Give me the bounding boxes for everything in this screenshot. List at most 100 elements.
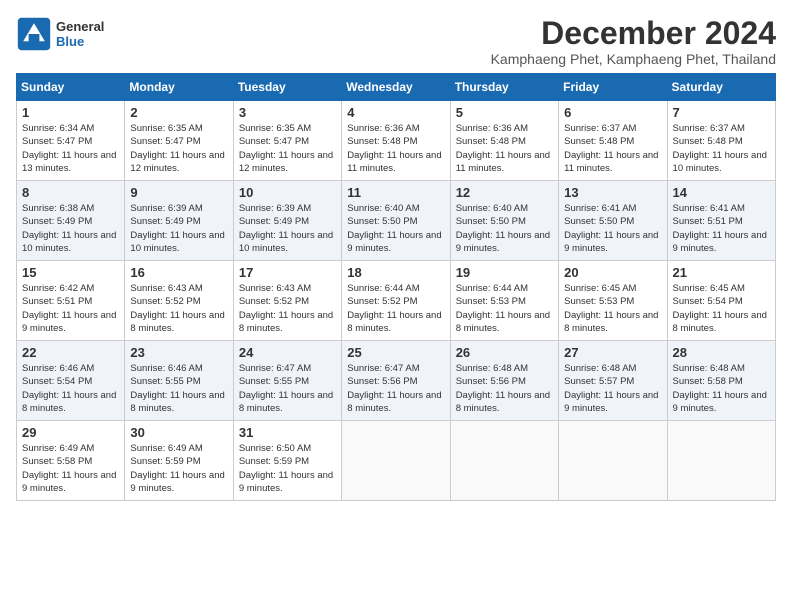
- month-title: December 2024: [491, 16, 776, 51]
- day-info: Sunrise: 6:41 AM Sunset: 5:51 PM Dayligh…: [673, 202, 770, 255]
- day-info: Sunrise: 6:46 AM Sunset: 5:55 PM Dayligh…: [130, 362, 227, 415]
- day-info: Sunrise: 6:34 AM Sunset: 5:47 PM Dayligh…: [22, 122, 119, 175]
- calendar-cell: 27 Sunrise: 6:48 AM Sunset: 5:57 PM Dayl…: [559, 341, 667, 421]
- calendar-cell: 22 Sunrise: 6:46 AM Sunset: 5:54 PM Dayl…: [17, 341, 125, 421]
- day-number: 22: [22, 345, 119, 360]
- day-number: 18: [347, 265, 444, 280]
- calendar-cell: 17 Sunrise: 6:43 AM Sunset: 5:52 PM Dayl…: [233, 261, 341, 341]
- day-info: Sunrise: 6:41 AM Sunset: 5:50 PM Dayligh…: [564, 202, 661, 255]
- day-number: 6: [564, 105, 661, 120]
- calendar-cell: 29 Sunrise: 6:49 AM Sunset: 5:58 PM Dayl…: [17, 421, 125, 501]
- day-number: 27: [564, 345, 661, 360]
- day-info: Sunrise: 6:49 AM Sunset: 5:59 PM Dayligh…: [130, 442, 227, 495]
- calendar-cell: 30 Sunrise: 6:49 AM Sunset: 5:59 PM Dayl…: [125, 421, 233, 501]
- calendar-cell: 13 Sunrise: 6:41 AM Sunset: 5:50 PM Dayl…: [559, 181, 667, 261]
- day-info: Sunrise: 6:36 AM Sunset: 5:48 PM Dayligh…: [347, 122, 444, 175]
- day-number: 9: [130, 185, 227, 200]
- day-info: Sunrise: 6:37 AM Sunset: 5:48 PM Dayligh…: [673, 122, 770, 175]
- week-row-1: 1 Sunrise: 6:34 AM Sunset: 5:47 PM Dayli…: [17, 101, 776, 181]
- day-number: 21: [673, 265, 770, 280]
- week-row-5: 29 Sunrise: 6:49 AM Sunset: 5:58 PM Dayl…: [17, 421, 776, 501]
- day-number: 12: [456, 185, 553, 200]
- day-info: Sunrise: 6:36 AM Sunset: 5:48 PM Dayligh…: [456, 122, 553, 175]
- day-number: 4: [347, 105, 444, 120]
- day-number: 14: [673, 185, 770, 200]
- day-info: Sunrise: 6:44 AM Sunset: 5:52 PM Dayligh…: [347, 282, 444, 335]
- day-number: 15: [22, 265, 119, 280]
- calendar-cell: [559, 421, 667, 501]
- title-section: December 2024 Kamphaeng Phet, Kamphaeng …: [491, 16, 776, 67]
- day-info: Sunrise: 6:49 AM Sunset: 5:58 PM Dayligh…: [22, 442, 119, 495]
- header-friday: Friday: [559, 74, 667, 101]
- day-number: 2: [130, 105, 227, 120]
- week-row-3: 15 Sunrise: 6:42 AM Sunset: 5:51 PM Dayl…: [17, 261, 776, 341]
- day-info: Sunrise: 6:47 AM Sunset: 5:56 PM Dayligh…: [347, 362, 444, 415]
- calendar-cell: 7 Sunrise: 6:37 AM Sunset: 5:48 PM Dayli…: [667, 101, 775, 181]
- calendar-cell: 12 Sunrise: 6:40 AM Sunset: 5:50 PM Dayl…: [450, 181, 558, 261]
- day-info: Sunrise: 6:44 AM Sunset: 5:53 PM Dayligh…: [456, 282, 553, 335]
- calendar-cell: 18 Sunrise: 6:44 AM Sunset: 5:52 PM Dayl…: [342, 261, 450, 341]
- header-monday: Monday: [125, 74, 233, 101]
- calendar-header-row: SundayMondayTuesdayWednesdayThursdayFrid…: [17, 74, 776, 101]
- day-number: 31: [239, 425, 336, 440]
- day-number: 13: [564, 185, 661, 200]
- day-info: Sunrise: 6:43 AM Sunset: 5:52 PM Dayligh…: [239, 282, 336, 335]
- calendar-cell: 21 Sunrise: 6:45 AM Sunset: 5:54 PM Dayl…: [667, 261, 775, 341]
- day-number: 5: [456, 105, 553, 120]
- calendar-cell: 4 Sunrise: 6:36 AM Sunset: 5:48 PM Dayli…: [342, 101, 450, 181]
- day-info: Sunrise: 6:47 AM Sunset: 5:55 PM Dayligh…: [239, 362, 336, 415]
- calendar-cell: 28 Sunrise: 6:48 AM Sunset: 5:58 PM Dayl…: [667, 341, 775, 421]
- day-info: Sunrise: 6:39 AM Sunset: 5:49 PM Dayligh…: [239, 202, 336, 255]
- day-info: Sunrise: 6:37 AM Sunset: 5:48 PM Dayligh…: [564, 122, 661, 175]
- calendar-cell: 20 Sunrise: 6:45 AM Sunset: 5:53 PM Dayl…: [559, 261, 667, 341]
- day-info: Sunrise: 6:39 AM Sunset: 5:49 PM Dayligh…: [130, 202, 227, 255]
- day-info: Sunrise: 6:48 AM Sunset: 5:58 PM Dayligh…: [673, 362, 770, 415]
- day-info: Sunrise: 6:43 AM Sunset: 5:52 PM Dayligh…: [130, 282, 227, 335]
- calendar-cell: 10 Sunrise: 6:39 AM Sunset: 5:49 PM Dayl…: [233, 181, 341, 261]
- calendar-cell: 23 Sunrise: 6:46 AM Sunset: 5:55 PM Dayl…: [125, 341, 233, 421]
- calendar-cell: 5 Sunrise: 6:36 AM Sunset: 5:48 PM Dayli…: [450, 101, 558, 181]
- day-info: Sunrise: 6:38 AM Sunset: 5:49 PM Dayligh…: [22, 202, 119, 255]
- day-number: 29: [22, 425, 119, 440]
- day-number: 17: [239, 265, 336, 280]
- calendar-cell: 14 Sunrise: 6:41 AM Sunset: 5:51 PM Dayl…: [667, 181, 775, 261]
- day-number: 7: [673, 105, 770, 120]
- calendar-cell: 26 Sunrise: 6:48 AM Sunset: 5:56 PM Dayl…: [450, 341, 558, 421]
- calendar-cell: [667, 421, 775, 501]
- header-thursday: Thursday: [450, 74, 558, 101]
- day-number: 3: [239, 105, 336, 120]
- header-tuesday: Tuesday: [233, 74, 341, 101]
- day-number: 24: [239, 345, 336, 360]
- calendar-cell: 25 Sunrise: 6:47 AM Sunset: 5:56 PM Dayl…: [342, 341, 450, 421]
- calendar-cell: 24 Sunrise: 6:47 AM Sunset: 5:55 PM Dayl…: [233, 341, 341, 421]
- day-info: Sunrise: 6:40 AM Sunset: 5:50 PM Dayligh…: [347, 202, 444, 255]
- day-info: Sunrise: 6:42 AM Sunset: 5:51 PM Dayligh…: [22, 282, 119, 335]
- calendar-cell: 8 Sunrise: 6:38 AM Sunset: 5:49 PM Dayli…: [17, 181, 125, 261]
- page-header: General Blue December 2024 Kamphaeng Phe…: [16, 16, 776, 67]
- calendar-cell: 2 Sunrise: 6:35 AM Sunset: 5:47 PM Dayli…: [125, 101, 233, 181]
- day-number: 30: [130, 425, 227, 440]
- day-number: 8: [22, 185, 119, 200]
- day-info: Sunrise: 6:45 AM Sunset: 5:54 PM Dayligh…: [673, 282, 770, 335]
- day-info: Sunrise: 6:40 AM Sunset: 5:50 PM Dayligh…: [456, 202, 553, 255]
- day-number: 10: [239, 185, 336, 200]
- day-number: 1: [22, 105, 119, 120]
- day-number: 28: [673, 345, 770, 360]
- calendar-cell: 16 Sunrise: 6:43 AM Sunset: 5:52 PM Dayl…: [125, 261, 233, 341]
- header-wednesday: Wednesday: [342, 74, 450, 101]
- header-sunday: Sunday: [17, 74, 125, 101]
- logo: General Blue: [16, 16, 104, 52]
- day-info: Sunrise: 6:46 AM Sunset: 5:54 PM Dayligh…: [22, 362, 119, 415]
- calendar-cell: 1 Sunrise: 6:34 AM Sunset: 5:47 PM Dayli…: [17, 101, 125, 181]
- logo-icon: [16, 16, 52, 52]
- day-info: Sunrise: 6:35 AM Sunset: 5:47 PM Dayligh…: [130, 122, 227, 175]
- week-row-4: 22 Sunrise: 6:46 AM Sunset: 5:54 PM Dayl…: [17, 341, 776, 421]
- calendar-cell: 19 Sunrise: 6:44 AM Sunset: 5:53 PM Dayl…: [450, 261, 558, 341]
- week-row-2: 8 Sunrise: 6:38 AM Sunset: 5:49 PM Dayli…: [17, 181, 776, 261]
- day-number: 20: [564, 265, 661, 280]
- calendar-cell: 31 Sunrise: 6:50 AM Sunset: 5:59 PM Dayl…: [233, 421, 341, 501]
- calendar-cell: 3 Sunrise: 6:35 AM Sunset: 5:47 PM Dayli…: [233, 101, 341, 181]
- location-title: Kamphaeng Phet, Kamphaeng Phet, Thailand: [491, 51, 776, 67]
- day-number: 19: [456, 265, 553, 280]
- day-info: Sunrise: 6:35 AM Sunset: 5:47 PM Dayligh…: [239, 122, 336, 175]
